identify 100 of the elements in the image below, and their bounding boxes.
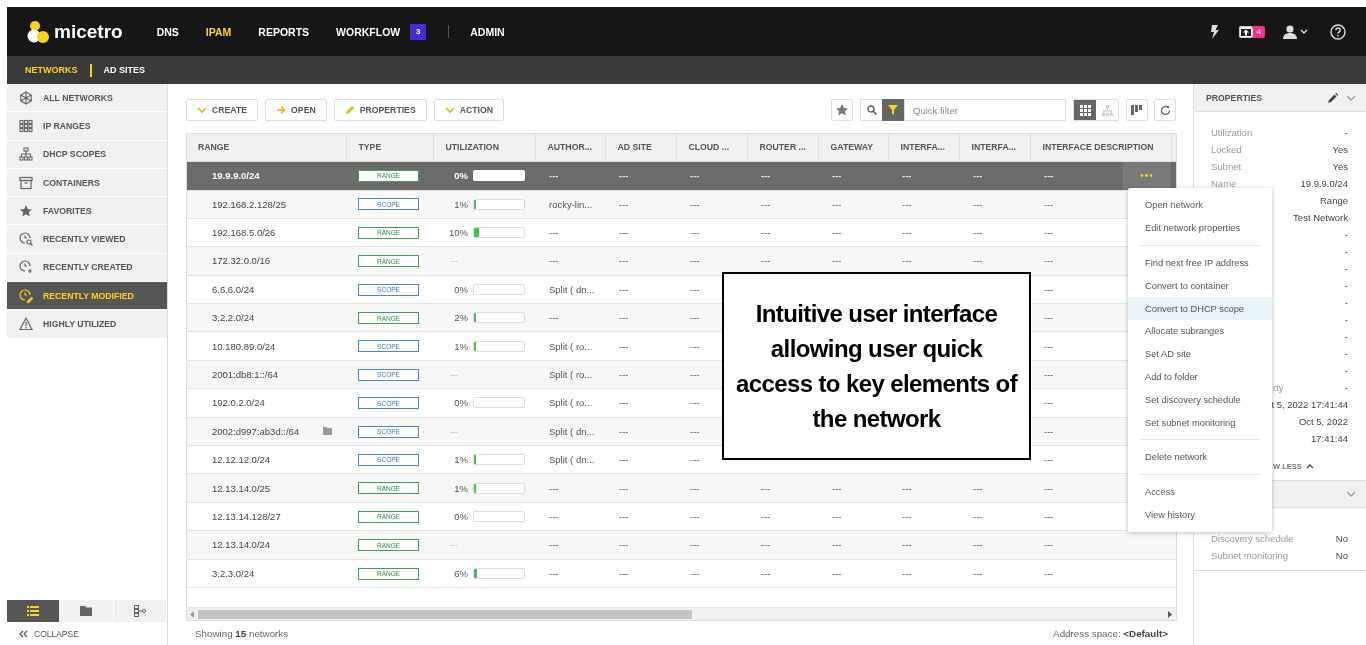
table-cell: --- — [549, 227, 559, 239]
help-icon[interactable] — [1330, 23, 1346, 40]
user-icon[interactable] — [1282, 24, 1298, 39]
grid-icon — [1079, 104, 1091, 116]
inbox-icon[interactable] — [1238, 25, 1253, 38]
sidebar-item[interactable]: RECENTLY CREATED — [7, 253, 167, 283]
hierarchy-icon — [1101, 104, 1113, 116]
table-cell: --- — [761, 482, 771, 494]
table-cell: --- — [619, 340, 629, 352]
toolbar-button[interactable]: CREATE — [186, 99, 259, 121]
quick-filter-field[interactable]: Quick filter — [904, 99, 1066, 121]
property-value: - — [1344, 365, 1348, 376]
table-cell: --- — [549, 511, 559, 522]
list-icon[interactable] — [27, 605, 40, 617]
table-cell: --- — [761, 511, 771, 522]
range-text: 2001:db8:1::/64 — [212, 369, 279, 381]
nav-tab[interactable]: DNS — [156, 25, 179, 38]
refresh-button[interactable] — [1154, 99, 1176, 121]
column-header[interactable]: INTERFACE DESCRIPTION — [1030, 134, 1171, 161]
favorite-button[interactable] — [831, 99, 853, 121]
table-cell: --- — [973, 255, 983, 267]
menu-item[interactable]: Access — [1128, 480, 1272, 504]
archive-box-icon — [19, 175, 33, 190]
sub-tab[interactable]: NETWORKS — [25, 65, 78, 75]
column-header[interactable]: AD SITE — [605, 134, 676, 161]
menu-item[interactable]: Set AD site — [1128, 342, 1272, 366]
menu-item[interactable]: Set discovery schedule — [1128, 388, 1272, 412]
scrollbar-thumb[interactable] — [198, 609, 692, 619]
table-cell: --- — [1044, 397, 1054, 409]
toolbar-button[interactable]: PROPERTIES — [333, 99, 427, 121]
view-toggle[interactable] — [1074, 100, 1096, 120]
scroll-right-icon[interactable] — [1167, 610, 1172, 618]
nav-tab[interactable]: ADMIN — [470, 25, 505, 38]
collapse-link[interactable]: COLLAPSE — [34, 628, 79, 639]
table-cell: --- — [690, 170, 700, 181]
table-cell: --- — [1044, 227, 1054, 239]
clock-pencil-icon — [19, 288, 33, 303]
property-value: Yes — [1332, 161, 1348, 172]
table-cell: --- — [619, 425, 629, 437]
double-chevron-icon[interactable] — [19, 629, 28, 638]
column-header[interactable]: INTERFA... — [888, 134, 959, 161]
table-cell: --- — [549, 170, 559, 181]
table-cell: --- — [690, 255, 700, 267]
toolbar-button[interactable]: OPEN — [265, 99, 327, 121]
scrollbar[interactable] — [187, 607, 1176, 620]
column-header[interactable]: RANGE — [187, 134, 346, 161]
table-cell: --- — [832, 567, 842, 579]
sidebar-item[interactable]: DHCP SCOPES — [7, 140, 167, 169]
menu-item[interactable]: Delete network — [1128, 445, 1272, 469]
sub-tab[interactable]: AD SITES — [103, 65, 145, 75]
refresh-icon — [1159, 104, 1171, 116]
menu-item[interactable]: Set subnet monitoring — [1128, 411, 1272, 434]
folder-icon[interactable] — [80, 605, 93, 617]
nav-tab[interactable]: REPORTS — [258, 25, 310, 38]
menu-item[interactable]: Allocate subranges — [1128, 320, 1272, 343]
table-cell: --- — [619, 227, 629, 239]
sidebar-item[interactable]: RECENTLY VIEWED — [7, 225, 167, 254]
column-header[interactable]: INTERFA... — [959, 134, 1030, 161]
column-header[interactable]: CLOUD ... — [676, 134, 747, 161]
sidebar-item[interactable]: RECENTLY MODIFIED — [7, 282, 167, 311]
column-header[interactable]: TYPE — [346, 134, 433, 161]
chevron-up-icon[interactable] — [1305, 463, 1314, 469]
table-cell: --- — [1044, 482, 1054, 494]
menu-item[interactable]: Convert to container — [1128, 274, 1272, 298]
table-cell: --- — [902, 198, 912, 210]
caret-icon[interactable] — [1300, 28, 1308, 35]
menu-item[interactable]: View history — [1128, 503, 1272, 527]
menu-item[interactable]: Open network — [1128, 194, 1272, 217]
column-header[interactable]: UTILIZATION — [433, 134, 535, 161]
property-label: Discovery schedule — [1211, 533, 1294, 544]
nav-tab[interactable]: IPAM — [205, 25, 232, 38]
hierarchy-icon[interactable] — [133, 605, 146, 617]
utilization-text: --- — [449, 370, 458, 380]
column-header[interactable]: AUTHOR... — [535, 134, 605, 161]
menu-item[interactable]: Convert to DHCP scope — [1128, 297, 1272, 320]
menu-item[interactable]: Add to folder — [1128, 365, 1272, 389]
column-header[interactable]: ROUTER ... — [747, 134, 818, 161]
filter-button[interactable] — [882, 99, 904, 121]
pencil-icon[interactable] — [1328, 92, 1338, 103]
board-view-button[interactable] — [1126, 99, 1148, 121]
table-cell: Split ( dn... — [549, 425, 595, 437]
table-cell: --- — [690, 198, 700, 210]
table-cell: --- — [902, 567, 912, 579]
nav-tab[interactable]: WORKFLOW — [336, 25, 401, 38]
column-header[interactable]: GATEWAY — [818, 134, 888, 161]
range-text: 3.2.3.0/24 — [212, 567, 255, 579]
sidebar-item[interactable]: IP RANGES — [7, 112, 167, 141]
toolbar-button[interactable]: ACTION — [433, 99, 504, 121]
sidebar-item[interactable]: CONTAINERS — [7, 168, 167, 198]
sidebar-item[interactable]: ALL NETWORKS — [7, 84, 167, 113]
table-cell: --- — [973, 511, 983, 522]
table-cell: --- — [619, 255, 629, 267]
menu-item[interactable]: Edit network properties — [1128, 216, 1272, 240]
menu-item[interactable]: Find next free IP address — [1128, 251, 1272, 275]
property-value: - — [1344, 314, 1348, 325]
sidebar-item[interactable]: HIGHLY UTILIZED — [7, 310, 167, 339]
table-cell: --- — [619, 170, 629, 181]
sidebar-item[interactable]: FAVORITES — [7, 197, 167, 226]
lightning-icon[interactable] — [1209, 24, 1220, 39]
search-button[interactable] — [860, 99, 882, 121]
